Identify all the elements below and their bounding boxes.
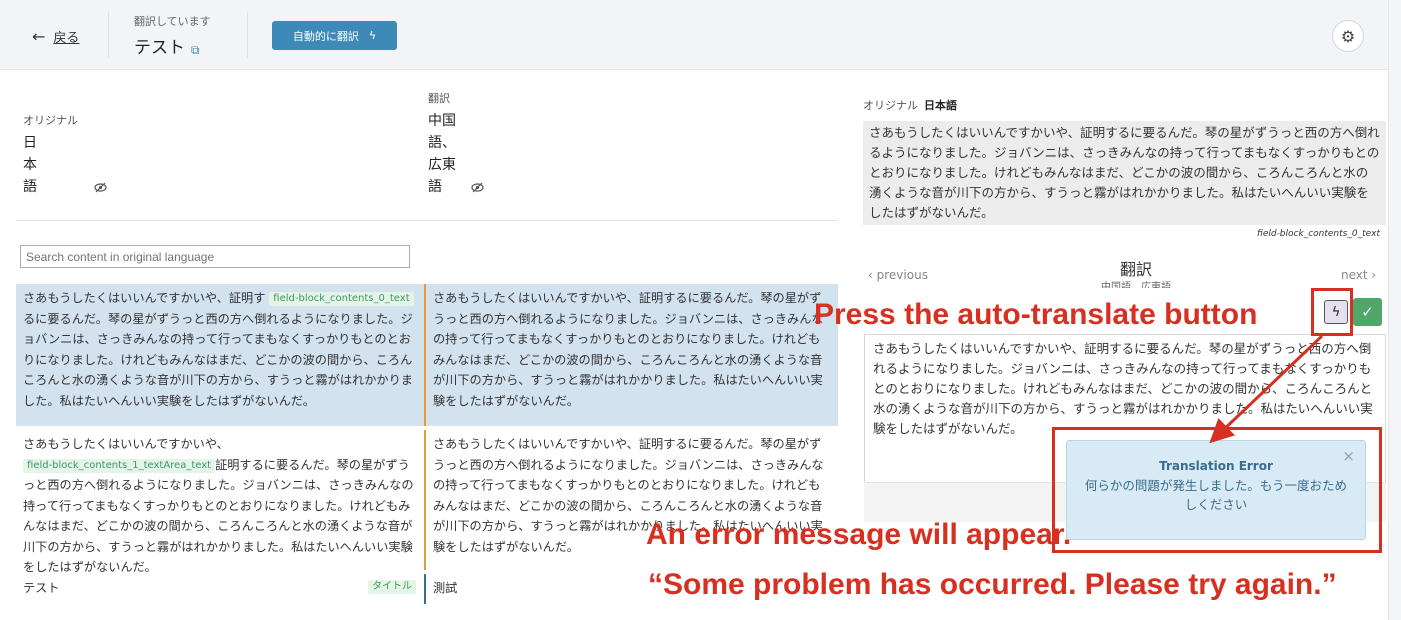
- translation-language-line: 広東: [428, 157, 456, 173]
- auto-translate-label: 自動的に翻訳: [292, 29, 359, 43]
- next-label: next: [1341, 268, 1368, 282]
- field-tag: field-block_contents_0_text: [269, 292, 414, 306]
- original-text: テスト: [23, 581, 60, 595]
- header-divider: [247, 12, 248, 58]
- original-language-header: オリジナル 日 本 語: [23, 114, 78, 198]
- original-language-line: 語: [23, 179, 37, 195]
- page-title: テスト ⧉: [134, 33, 200, 58]
- previous-label: previous: [876, 268, 928, 282]
- arrow-left-icon: ←: [32, 27, 46, 46]
- original-language-line: 日: [23, 135, 37, 151]
- gear-icon[interactable]: ⚙: [1332, 20, 1364, 52]
- translation-language-line: 語: [428, 179, 442, 195]
- check-icon: ✓: [1361, 303, 1374, 321]
- field-id: field-block_contents_0_text: [1257, 229, 1380, 239]
- section-divider: [16, 220, 838, 221]
- confirm-button[interactable]: ✓: [1353, 298, 1382, 326]
- search-input[interactable]: [20, 245, 410, 268]
- page-title-text: テスト: [134, 38, 185, 58]
- bolt-icon: ϟ: [368, 29, 377, 42]
- external-link-icon[interactable]: ⧉: [191, 43, 200, 58]
- content-row[interactable]: さあもうしたくはいいんですかいや、証明す field-block_content…: [16, 284, 838, 426]
- previous-button[interactable]: ‹ previous: [868, 268, 928, 282]
- translation-language-header: 翻訳 中国 語、 広東 語: [428, 92, 456, 198]
- original-text: さあもうしたくはいいんですかいや、証明す: [23, 291, 266, 305]
- highlight-box: [1311, 288, 1353, 336]
- annotation-error-appear: An error message will appear.: [646, 518, 1072, 551]
- eye-slash-icon[interactable]: [94, 182, 107, 196]
- auto-translate-all-button[interactable]: 自動的に翻訳 ϟ: [272, 21, 397, 50]
- chevron-right-icon: ›: [1371, 268, 1377, 282]
- original-label-text: オリジナル: [863, 99, 918, 112]
- next-button[interactable]: next ›: [1341, 268, 1376, 282]
- original-cell: さあもうしたくはいいんですかいや、 field-block_contents_1…: [16, 430, 424, 582]
- translation-language-label: 翻訳: [428, 92, 450, 105]
- highlight-box: [1052, 427, 1382, 553]
- eye-slash-icon[interactable]: [471, 182, 484, 196]
- annotation-press-button: Press the auto-translate button: [814, 298, 1258, 331]
- original-language-label: オリジナル: [23, 114, 78, 127]
- original-text-rest: るに要るんだ。琴の星がずうっと西の方へ倒れるようになりました。ジョバンニは、さっ…: [23, 311, 413, 408]
- field-tag: タイトル: [368, 580, 416, 594]
- translation-language-line: 中国: [428, 113, 456, 129]
- translation-language-line: 語、: [428, 135, 456, 151]
- field-tag: field-block_contents_1_textArea_text: [23, 458, 216, 473]
- original-language-line: 本: [23, 157, 37, 173]
- original-cell: テスト タイトル: [16, 574, 424, 603]
- original-text-rest: 証明するに要るんだ。琴の星がずうっと西の方へ倒れるようになりました。ジョバンニは…: [23, 457, 414, 575]
- translation-subtitle: 中国語、広東語: [1101, 282, 1171, 288]
- translation-title: 翻訳: [1119, 260, 1152, 279]
- annotation-quote: “Some problem has occurred. Please try a…: [648, 568, 1337, 601]
- original-cell: さあもうしたくはいいんですかいや、証明す field-block_content…: [16, 284, 424, 415]
- back-label: 戻る: [53, 31, 80, 46]
- chevron-left-icon: ‹: [868, 268, 873, 282]
- translating-label: 翻訳しています: [134, 15, 211, 28]
- original-label: オリジナル 日本語: [863, 97, 957, 113]
- header-divider: [108, 12, 109, 58]
- original-text: さあもうしたくはいいんですかいや、: [23, 437, 229, 451]
- top-bar: ← 戻る 翻訳しています テスト ⧉ 自動的に翻訳 ϟ ⚙: [0, 0, 1390, 70]
- original-text-box: さあもうしたくはいいんですかいや、証明するに要るんだ。琴の星がずうっと西の方へ倒…: [863, 121, 1386, 225]
- original-lang: 日本語: [924, 99, 957, 112]
- back-link[interactable]: ← 戻る: [32, 27, 79, 46]
- scrollbar[interactable]: [1388, 0, 1401, 620]
- translation-cell[interactable]: さあもうしたくはいいんですかいや、証明するに要るんだ。琴の星がずうっと西の方へ倒…: [426, 284, 838, 415]
